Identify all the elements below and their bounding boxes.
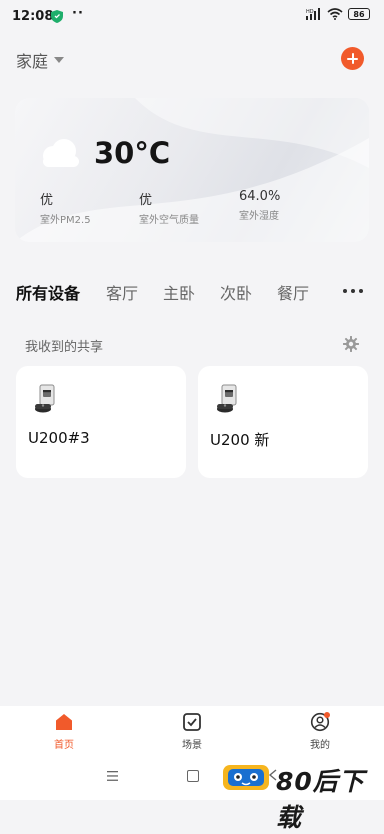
nav-label: 首页 [54,740,74,751]
nav-home[interactable]: 首页 [29,712,99,751]
metric-pm25: 优 室外PM2.5 [40,189,91,226]
shared-section-label: 我收到的共享 [25,340,104,355]
device-name: U200 新 [210,431,270,449]
home-selector[interactable]: 家庭 [16,48,65,72]
watermark-logo: 80后下载 [222,760,380,832]
status-time: 12:08 [12,9,54,24]
battery-indicator: 86 [348,8,370,20]
bottom-nav: 首页 场景 我的 [0,706,384,754]
tab-all-devices[interactable]: 所有设备 [16,280,80,304]
home-icon [56,714,72,730]
nav-label: 场景 [182,740,202,751]
metric-humidity: 64.0% 室外湿度 [239,189,280,222]
metric-label: 室外PM2.5 [40,215,91,226]
metric-label: 室外湿度 [239,211,279,222]
watermark-text: 80后下载 [276,767,365,832]
status-bar: 12:08 ·· HD 86 [0,0,384,34]
cloud-icon [43,139,79,167]
more-icon[interactable] [343,289,363,293]
status-dots: ·· [72,6,84,21]
tab-dining-room[interactable]: 餐厅 [277,280,309,304]
room-tabs: 所有设备 客厅 主卧 次卧 餐厅 [16,280,368,304]
home-name: 家庭 [16,52,49,71]
nav-profile[interactable]: 我的 [285,712,355,751]
device-name: U200#3 [28,429,90,447]
temperature: 30°C [94,136,171,170]
metric-value: 优 [40,193,54,208]
device-card[interactable]: U200 新 [198,366,368,478]
nav-label: 我的 [310,740,330,751]
shield-icon [51,10,63,23]
nav-scene[interactable]: 场景 [157,712,227,751]
menu-icon[interactable] [107,771,118,781]
robot-vacuum-icon [35,384,55,413]
gear-icon[interactable] [343,336,359,352]
metric-label: 室外空气质量 [139,215,199,226]
logo-mascot-icon [223,765,269,790]
tab-second-bedroom[interactable]: 次卧 [220,280,252,304]
wifi-icon [327,8,343,20]
scene-icon [183,713,201,731]
add-button[interactable] [341,47,364,70]
tab-living-room[interactable]: 客厅 [106,280,138,304]
tab-master-bedroom[interactable]: 主卧 [163,280,195,304]
system-home-button[interactable] [187,770,199,782]
profile-icon [310,712,330,732]
device-card[interactable]: U200#3 [16,366,186,478]
metric-air-quality: 优 室外空气质量 [139,189,199,226]
caret-down-icon [54,57,65,63]
metric-value: 64.0% [239,189,281,204]
signal-icon: HD [306,8,320,20]
robot-vacuum-icon [217,384,237,413]
weather-card[interactable]: 30°C 优 室外PM2.5 优 室外空气质量 64.0% 室外湿度 [15,98,369,242]
svg-text:HD: HD [306,9,314,15]
metric-value: 优 [139,193,153,208]
